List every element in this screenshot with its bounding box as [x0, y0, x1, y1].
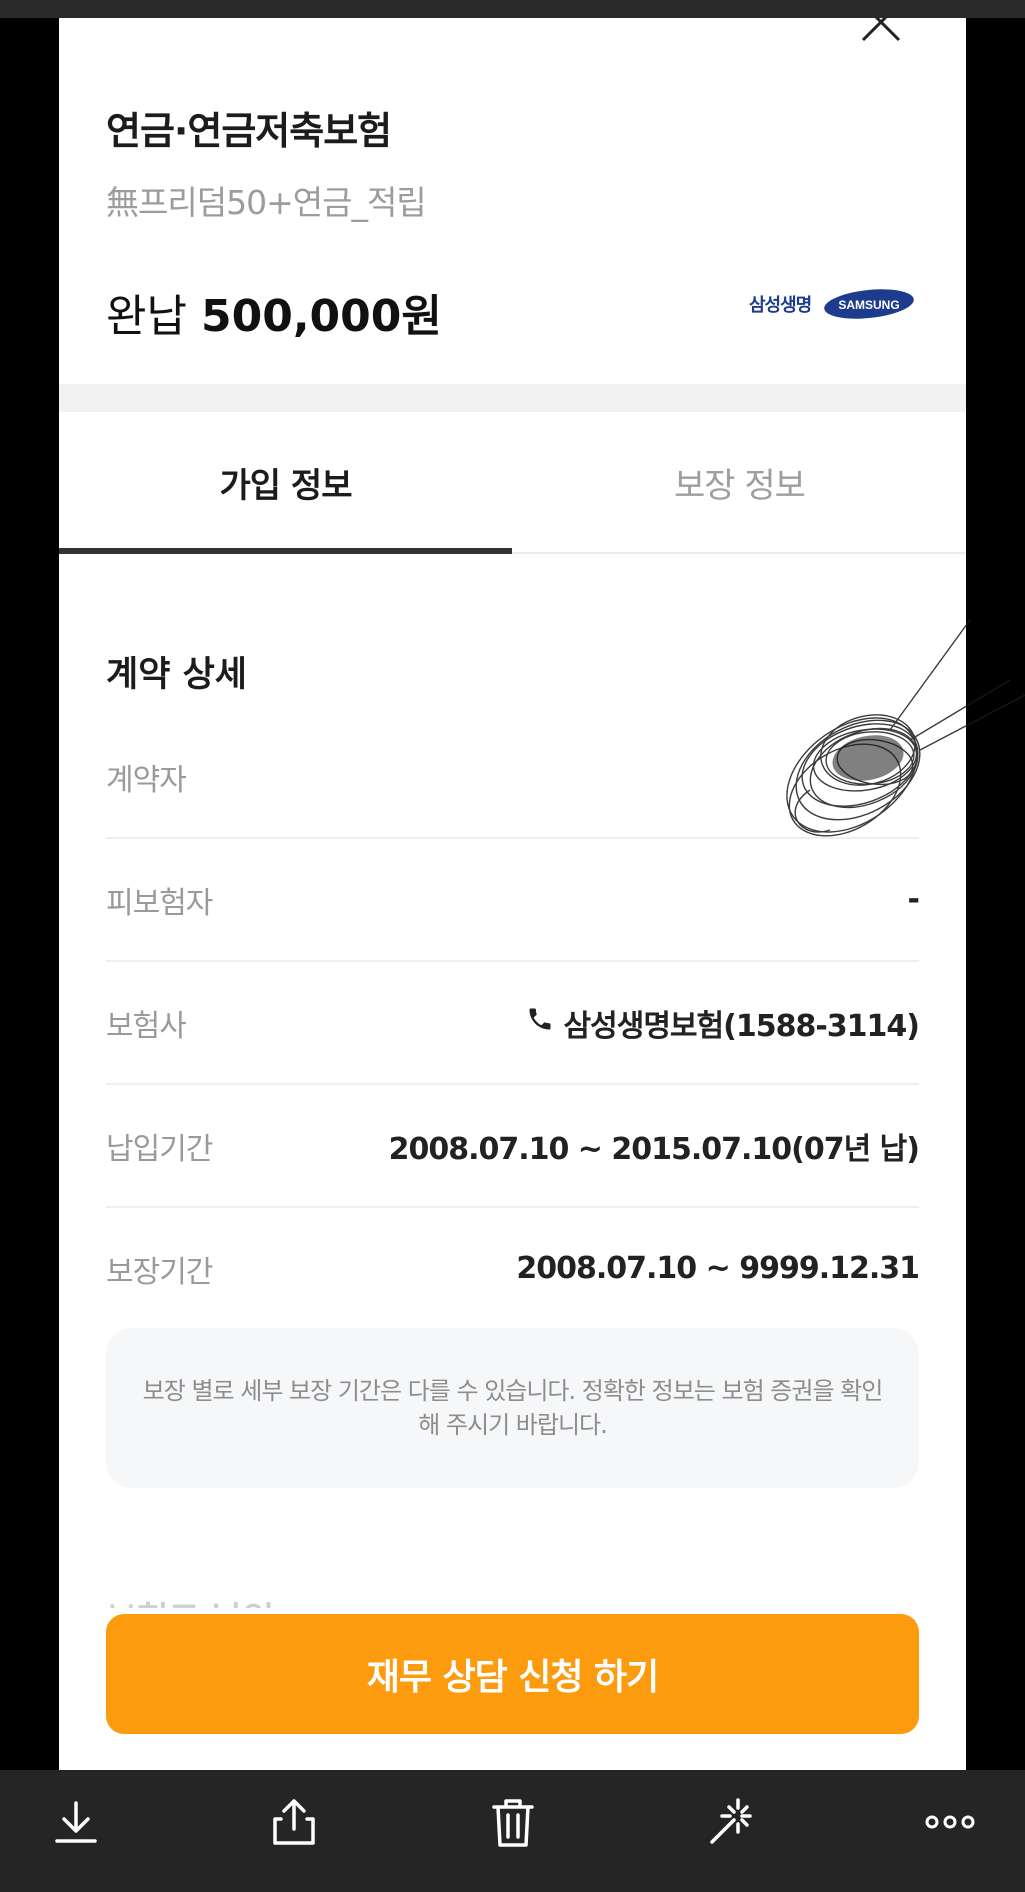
row-policyholder: 계약자 — [106, 716, 919, 839]
row-label: 보험사 — [106, 1008, 187, 1044]
payment-amount: 완납 500,000원 — [106, 280, 442, 344]
row-label: 계약자 — [106, 762, 187, 798]
svg-text:SAMSUNG: SAMSUNG — [839, 298, 900, 312]
samsung-logo-icon: SAMSUNG — [824, 289, 915, 319]
row-label: 보장기간 — [106, 1254, 213, 1290]
active-tab-indicator — [59, 548, 512, 554]
contract-details-heading: 계약 상세 — [106, 655, 247, 695]
magic-wand-icon[interactable] — [702, 1792, 762, 1852]
coverage-notice-text: 보장 별로 세부 보장 기간은 다를 수 있습니다. 정확한 정보는 보험 증권… — [142, 1377, 884, 1439]
tab-subscription-info[interactable]: 가입 정보 — [59, 412, 512, 552]
insurer-logo: 삼성생명 SAMSUNG — [749, 288, 915, 320]
product-name: 無프리덤50+연금_적립 — [106, 183, 427, 222]
row-payment-period: 납입기간 2008.07.10 ~ 2015.07.10(07년 납) — [106, 1085, 920, 1208]
share-icon[interactable] — [264, 1792, 324, 1852]
row-label: 납입기간 — [106, 1131, 213, 1167]
insurer-name: 삼성생명보험(1588-3114) — [563, 1008, 920, 1044]
tab-bar: 가입 정보 보장 정보 — [59, 412, 966, 554]
insurer-phone-link[interactable]: 삼성생명보험(1588-3114) — [526, 962, 920, 1083]
row-label: 피보험자 — [106, 885, 213, 921]
section-divider — [59, 384, 966, 412]
photo-toolbar — [0, 1770, 1025, 1892]
phone-icon — [526, 1005, 554, 1041]
row-value: - — [907, 882, 920, 917]
download-icon[interactable] — [46, 1792, 106, 1852]
status-bar — [0, 0, 1025, 18]
more-icon[interactable] — [920, 1792, 980, 1852]
insurer-logo-text: 삼성생명 — [749, 295, 812, 316]
trash-icon[interactable] — [483, 1792, 543, 1852]
row-value: 2008.07.10 ~ 2015.07.10(07년 납) — [388, 1131, 920, 1167]
insurance-detail-panel: 연금·연금저축보험 無프리덤50+연금_적립 완납 500,000원 삼성생명 … — [59, 18, 966, 1770]
amount-value: 500,000원 — [200, 291, 442, 342]
row-value: 2008.07.10 ~ 9999.12.31 — [516, 1251, 920, 1286]
tab-coverage-info[interactable]: 보장 정보 — [513, 412, 966, 552]
next-section-heading: 보험료 납입 — [106, 1592, 274, 1608]
row-insurer: 보험사 삼성생명보험(1588-3114) — [106, 962, 920, 1085]
row-coverage-period: 보장기간 2008.07.10 ~ 9999.12.31 — [106, 1208, 920, 1329]
row-insured: 피보험자 - — [106, 839, 920, 962]
product-category-title: 연금·연금저축보험 — [106, 109, 392, 153]
close-icon[interactable] — [861, 18, 901, 42]
financial-consult-button[interactable]: 재무 상담 신청 하기 — [106, 1614, 919, 1734]
payment-status: 완납 — [106, 291, 187, 342]
coverage-notice-box: 보장 별로 세부 보장 기간은 다를 수 있습니다. 정확한 정보는 보험 증권… — [106, 1328, 919, 1488]
